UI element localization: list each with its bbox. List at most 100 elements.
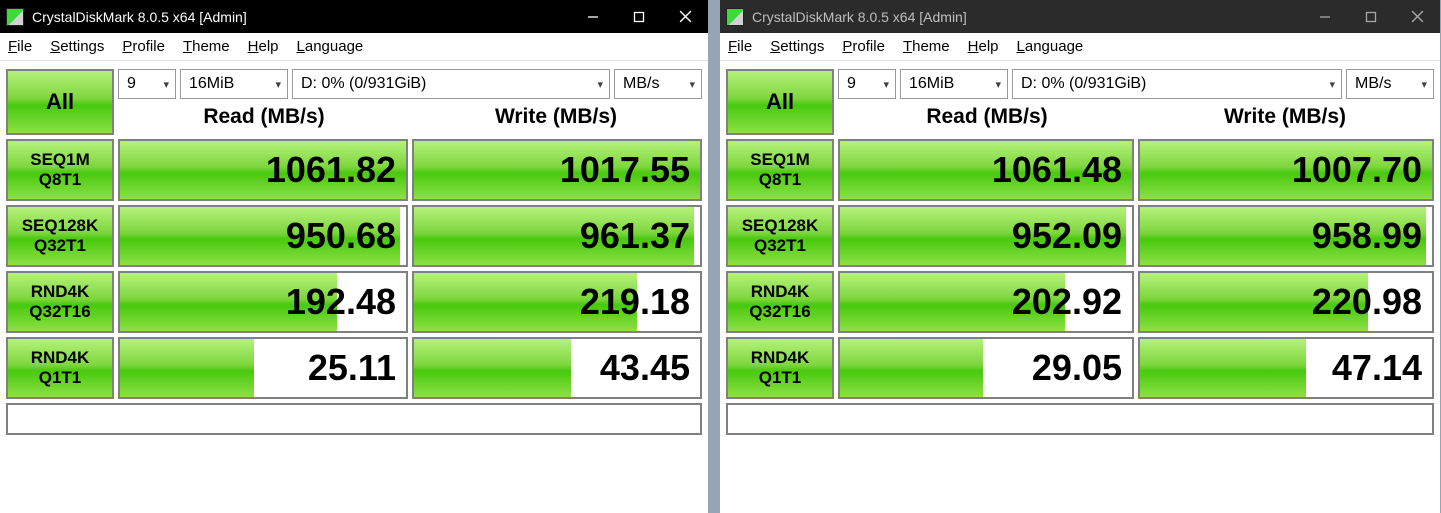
read-value-cell: 192.48 [118,271,408,333]
content-area: All 9 ▾ 16MiB ▾ D: 0% (0/931GiB) ▾ [720,61,1440,513]
write-value: 220.98 [1312,281,1422,323]
chevron-down-icon: ▾ [275,78,281,91]
read-value-cell: 202.92 [838,271,1134,333]
test-row: SEQ128K Q32T1 950.68 961.37 [6,205,702,267]
unit-select[interactable]: MB/s ▾ [1346,69,1434,99]
chevron-down-icon: ▾ [995,78,1001,91]
menu-help[interactable]: Help [968,38,999,55]
test-label-1: RND4K [31,348,90,368]
test-row: SEQ1M Q8T1 1061.82 1017.55 [6,139,702,201]
unit-value: MB/s [623,75,659,93]
test-label-2: Q8T1 [759,170,802,190]
write-value: 958.99 [1312,215,1422,257]
menu-settings[interactable]: Settings [770,38,824,55]
seq1m-q8t1-button[interactable]: SEQ1M Q8T1 [6,139,114,201]
read-value: 950.68 [286,215,396,257]
test-label-1: SEQ128K [742,216,819,236]
read-value: 192.48 [286,281,396,323]
test-size-value: 16MiB [189,75,234,93]
test-row: SEQ128K Q32T1 952.09 958.99 [726,205,1434,267]
write-value: 961.37 [580,215,690,257]
test-label-2: Q1T1 [39,368,82,388]
seq128k-q32t1-button[interactable]: SEQ128K Q32T1 [6,205,114,267]
seq128k-q32t1-button[interactable]: SEQ128K Q32T1 [726,205,834,267]
close-button[interactable] [1394,0,1440,33]
titlebar[interactable]: CrystalDiskMark 8.0.5 x64 [Admin] [720,0,1440,33]
rnd4k-q1t1-button[interactable]: RND4K Q1T1 [726,337,834,399]
unit-value: MB/s [1355,75,1391,93]
app-icon [6,8,24,26]
write-value-cell: 219.18 [412,271,702,333]
rnd4k-q32t16-button[interactable]: RND4K Q32T16 [726,271,834,333]
menu-language[interactable]: Language [1017,38,1084,55]
app-icon [726,8,744,26]
maximize-button[interactable] [616,0,662,33]
test-label-1: RND4K [751,282,810,302]
test-size-select[interactable]: 16MiB ▾ [180,69,288,99]
window-controls [570,0,708,33]
test-size-select[interactable]: 16MiB ▾ [900,69,1008,99]
minimize-button[interactable] [1302,0,1348,33]
drive-value: D: 0% (0/931GiB) [301,75,426,93]
seq1m-q8t1-button[interactable]: SEQ1M Q8T1 [726,139,834,201]
read-fill-bar [840,339,983,397]
test-row: RND4K Q1T1 29.05 47.14 [726,337,1434,399]
window-controls [1302,0,1440,33]
loop-count-select[interactable]: 9 ▾ [118,69,176,99]
window-title: CrystalDiskMark 8.0.5 x64 [Admin] [752,9,1302,25]
maximize-button[interactable] [1348,0,1394,33]
unit-select[interactable]: MB/s ▾ [614,69,702,99]
menu-profile[interactable]: Profile [122,38,165,55]
loop-count-select[interactable]: 9 ▾ [838,69,896,99]
menu-language[interactable]: Language [297,38,364,55]
menu-help[interactable]: Help [248,38,279,55]
loop-count-value: 9 [847,75,856,93]
menu-file[interactable]: File [728,38,752,55]
chevron-down-icon: ▾ [597,78,603,91]
test-label-1: SEQ1M [750,150,810,170]
rnd4k-q1t1-button[interactable]: RND4K Q1T1 [6,337,114,399]
read-value-cell: 1061.82 [118,139,408,201]
test-label-2: Q32T16 [29,302,90,322]
read-fill-bar [120,339,254,397]
test-label-2: Q8T1 [39,170,82,190]
chevron-down-icon: ▾ [163,78,169,91]
write-header: Write (MB/s) [1136,105,1434,129]
content-area: All 9 ▾ 16MiB ▾ D: 0% (0/931GiB) ▾ [0,61,708,513]
run-all-button[interactable]: All [6,69,114,135]
menu-profile[interactable]: Profile [842,38,885,55]
test-size-value: 16MiB [909,75,954,93]
test-row: RND4K Q32T16 202.92 220.98 [726,271,1434,333]
read-value: 1061.48 [992,149,1122,191]
read-value-cell: 29.05 [838,337,1134,399]
read-header: Read (MB/s) [838,105,1136,129]
write-value-cell: 220.98 [1138,271,1434,333]
test-label-2: Q32T16 [749,302,810,322]
read-value-cell: 25.11 [118,337,408,399]
menu-theme[interactable]: Theme [903,38,950,55]
test-label-1: RND4K [751,348,810,368]
run-all-button[interactable]: All [726,69,834,135]
read-value: 29.05 [1032,347,1122,389]
test-label-2: Q32T1 [754,236,806,256]
app-window-1: CrystalDiskMark 8.0.5 x64 [Admin] File S… [0,0,708,513]
write-fill-bar [1140,339,1306,397]
write-value-cell: 47.14 [1138,337,1434,399]
drive-select[interactable]: D: 0% (0/931GiB) ▾ [292,69,610,99]
read-value: 952.09 [1012,215,1122,257]
chevron-down-icon: ▾ [883,78,889,91]
titlebar[interactable]: CrystalDiskMark 8.0.5 x64 [Admin] [0,0,708,33]
menu-settings[interactable]: Settings [50,38,104,55]
write-value: 1007.70 [1292,149,1422,191]
drive-select[interactable]: D: 0% (0/931GiB) ▾ [1012,69,1342,99]
menu-file[interactable]: File [8,38,32,55]
rnd4k-q32t16-button[interactable]: RND4K Q32T16 [6,271,114,333]
minimize-button[interactable] [570,0,616,33]
menu-theme[interactable]: Theme [183,38,230,55]
write-value: 219.18 [580,281,690,323]
close-button[interactable] [662,0,708,33]
read-value-cell: 950.68 [118,205,408,267]
status-bar [6,403,702,435]
test-label-1: SEQ128K [22,216,99,236]
write-value: 1017.55 [560,149,690,191]
